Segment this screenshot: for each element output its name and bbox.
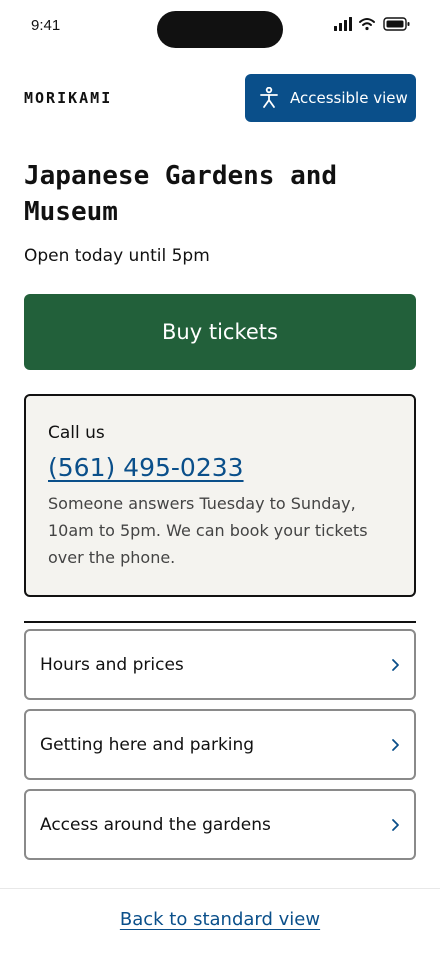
buy-tickets-button[interactable]: Buy tickets: [24, 294, 416, 370]
link-label: Hours and prices: [40, 654, 184, 675]
status-time: 9:41: [31, 17, 61, 34]
opening-status: Open today until 5pm: [24, 246, 210, 266]
chevron-right-icon: [392, 658, 399, 671]
status-bar: 9:41: [0, 0, 440, 54]
hours-and-prices-link[interactable]: Hours and prices: [24, 629, 416, 700]
accessible-view-button[interactable]: Accessible view: [245, 74, 416, 122]
morikami-logo[interactable]: MORIKAMI: [24, 89, 112, 107]
page-title: Japanese Gardens and Museum: [24, 161, 338, 227]
access-around-gardens-link[interactable]: Access around the gardens: [24, 789, 416, 860]
link-label: Getting here and parking: [40, 734, 255, 755]
accessibility-icon: [260, 87, 278, 108]
call-us-card: Call us (561) 495-0233 Someone answers T…: [24, 394, 416, 597]
battery-icon: [383, 17, 410, 31]
chevron-right-icon: [392, 738, 399, 751]
dynamic-island: [157, 11, 283, 48]
footer: Back to standard view: [0, 888, 440, 956]
call-description: Someone answers Tuesday to Sunday, 10am …: [48, 494, 368, 567]
section-divider: [24, 621, 416, 623]
getting-here-link[interactable]: Getting here and parking: [24, 709, 416, 780]
back-to-standard-view-link[interactable]: Back to standard view: [120, 909, 320, 956]
wifi-icon: [359, 18, 375, 31]
call-us-title: Call us: [48, 423, 105, 443]
link-label: Access around the gardens: [40, 814, 271, 835]
site-header: MORIKAMI Accessible view: [24, 74, 416, 122]
phone-link[interactable]: (561) 495-0233: [48, 452, 244, 484]
status-icons: [334, 17, 410, 31]
chevron-right-icon: [392, 818, 399, 831]
accessible-view-label: Accessible view: [290, 89, 408, 107]
signal-icon: [334, 17, 352, 31]
